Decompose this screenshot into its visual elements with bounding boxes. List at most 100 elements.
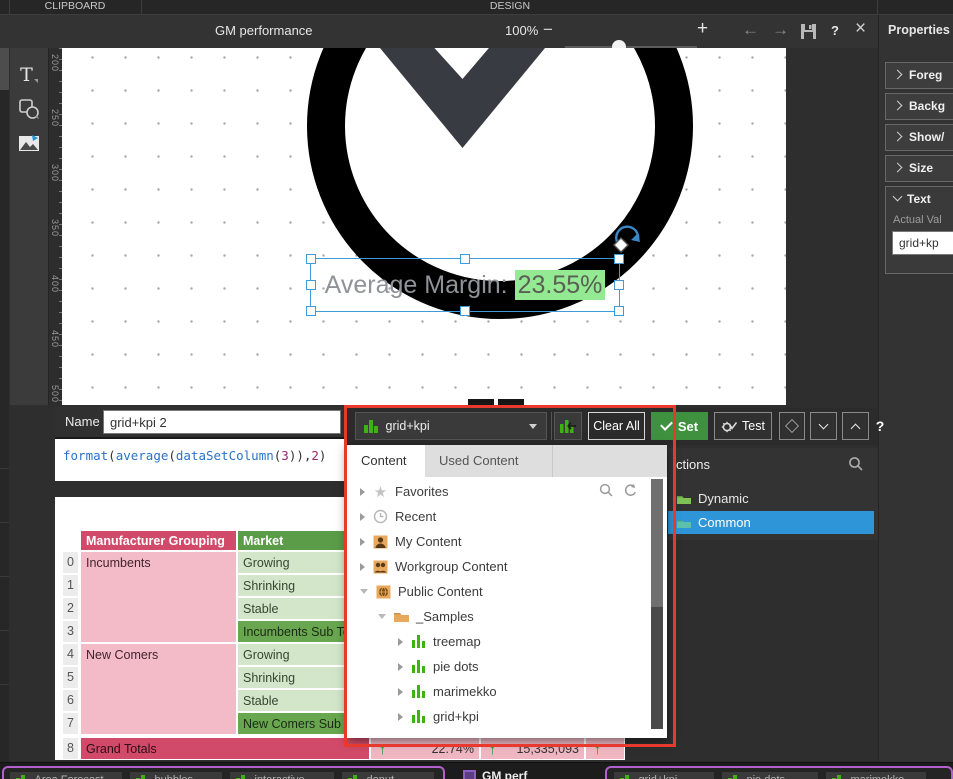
collapse-button[interactable] — [810, 412, 837, 440]
actions-panel-title: ctions — [676, 457, 710, 472]
users-icon — [372, 560, 389, 574]
tree-item-treemap[interactable]: treemap — [347, 629, 649, 654]
collapsed-panel-handle[interactable] — [0, 48, 9, 90]
section-show-hide[interactable]: Show/ — [885, 124, 953, 151]
resize-handle[interactable] — [614, 306, 624, 316]
save-icon[interactable] — [800, 23, 817, 45]
clear-all-button[interactable]: Clear All — [588, 412, 645, 440]
resize-handle[interactable] — [306, 280, 316, 290]
tree-item-workgroup-content[interactable]: Workgroup Content — [347, 554, 649, 579]
expander-icon[interactable] — [360, 589, 368, 594]
tree-item-marimekko[interactable]: marimekko — [347, 679, 649, 704]
expander-icon[interactable] — [360, 538, 365, 546]
tab-content[interactable]: Content — [347, 445, 425, 477]
canvas-scrollbar[interactable] — [468, 399, 494, 405]
folder-icon — [676, 517, 692, 529]
resize-handle[interactable] — [306, 306, 316, 316]
list-item-common[interactable]: Common — [668, 511, 874, 534]
undo-icon[interactable]: ← — [742, 21, 759, 38]
expander-icon[interactable] — [378, 614, 386, 619]
rotate-handle-icon[interactable] — [612, 224, 644, 259]
tree-item-favorites[interactable]: ★ Favorites — [347, 479, 649, 504]
bar-chart-icon — [728, 775, 742, 779]
tree-item-label: Workgroup Content — [395, 559, 508, 574]
design-canvas[interactable]: Average Margin: 23.55% — [62, 48, 786, 405]
bar-chart-icon — [410, 685, 427, 698]
expander-icon[interactable] — [360, 563, 365, 571]
taskbar-tab[interactable]: marimekko — [826, 772, 926, 779]
taskbar-tab[interactable]: bubbles — [130, 772, 222, 779]
expander-icon[interactable] — [398, 688, 403, 696]
toolbar-help-icon[interactable]: ? — [871, 412, 889, 440]
search-icon[interactable] — [848, 456, 864, 477]
apply-dataset-icon[interactable] — [554, 412, 582, 440]
expression-editor[interactable]: format(average(dataSetColumn(3)),2) — [55, 437, 347, 481]
taskbar-tab[interactable]: interactive — [230, 772, 334, 779]
tree-item-pie-dots[interactable]: pie dots — [347, 654, 649, 679]
redo-icon[interactable]: → — [772, 21, 789, 38]
tree-item-public-content[interactable]: Public Content — [347, 579, 649, 604]
expander-icon[interactable] — [360, 488, 365, 496]
taskbar-tab[interactable]: pie dots — [722, 772, 818, 779]
ribbon-tab-clipboard[interactable]: CLIPBOARD — [10, 0, 140, 13]
taskbar-tab[interactable]: grid+kpi — [614, 772, 714, 779]
actual-value-field[interactable] — [892, 231, 953, 255]
diamond-button[interactable] — [779, 412, 805, 440]
row-number: 4 — [62, 643, 79, 666]
name-input[interactable] — [103, 410, 341, 434]
expander-icon[interactable] — [398, 713, 403, 721]
help-icon[interactable]: ? — [831, 23, 839, 38]
resize-handle[interactable] — [306, 254, 316, 264]
active-page-checkbox[interactable] — [463, 770, 476, 779]
ruler-label: 300 — [50, 164, 60, 182]
close-icon[interactable]: × — [855, 20, 866, 37]
resize-handle[interactable] — [614, 280, 624, 290]
expander-icon[interactable] — [398, 638, 403, 646]
tree-item-samples-folder[interactable]: _Samples — [347, 604, 649, 629]
tool-palette: T — [10, 48, 48, 405]
taskbar-tab[interactable]: donut — [342, 772, 434, 779]
section-text-header[interactable]: Text — [886, 187, 953, 211]
tab-used-content[interactable]: Used Content — [425, 445, 553, 477]
taskbar-tab[interactable]: Area Forecast — [10, 772, 122, 779]
tree-item-recent[interactable]: Recent — [347, 504, 649, 529]
resize-handle[interactable] — [460, 254, 470, 264]
shape-tool-icon[interactable] — [16, 96, 42, 122]
test-button[interactable]: Test — [714, 412, 772, 440]
list-item-dynamic[interactable]: Dynamic — [668, 487, 874, 510]
bar-chart-icon — [348, 775, 362, 779]
dataset-toolbar: grid+kpi Clear All Set Test ? — [347, 408, 878, 445]
set-button[interactable]: Set — [651, 412, 708, 440]
tree-item-my-content[interactable]: My Content — [347, 529, 649, 554]
expand-button[interactable] — [842, 412, 869, 440]
popup-scrollbar-thumb[interactable] — [651, 479, 663, 607]
collapsed-panel-strip[interactable] — [0, 48, 9, 762]
section-size[interactable]: Size — [885, 155, 953, 182]
tree-item-label: Recent — [395, 509, 436, 524]
toolbar-divider — [551, 412, 552, 440]
expander-icon[interactable] — [360, 513, 365, 521]
image-tool-icon[interactable] — [16, 130, 42, 156]
dataset-dropdown[interactable]: grid+kpi — [355, 412, 547, 440]
section-label: Backg — [909, 99, 945, 113]
section-background[interactable]: Backg — [885, 93, 953, 120]
chevron-down-icon — [529, 424, 537, 429]
folder-icon — [676, 493, 692, 505]
expander-icon[interactable] — [398, 663, 403, 671]
group-cell: New Comers — [80, 643, 237, 735]
vertical-ruler: 200 250 300 350 400 450 500 — [48, 48, 63, 405]
properties-title: Properties — [888, 23, 950, 37]
zoom-in-icon[interactable]: + — [697, 20, 708, 37]
section-foreground[interactable]: Foreg — [885, 62, 953, 89]
list-item-label: Dynamic — [698, 491, 749, 506]
text-tool-icon[interactable]: T — [16, 62, 42, 88]
section-label: Text — [907, 192, 931, 206]
selected-text-element[interactable]: Average Margin: 23.55% — [310, 258, 620, 312]
popup-scrollbar[interactable] — [651, 479, 663, 729]
zoom-out-icon[interactable]: − — [543, 21, 553, 38]
canvas-scrollbar[interactable] — [498, 399, 524, 405]
resize-handle[interactable] — [460, 306, 470, 316]
tree-item-grid-kpi[interactable]: grid+kpi — [347, 704, 649, 729]
ribbon-tab-design[interactable]: DESIGN — [235, 0, 785, 13]
star-icon: ★ — [372, 483, 389, 501]
